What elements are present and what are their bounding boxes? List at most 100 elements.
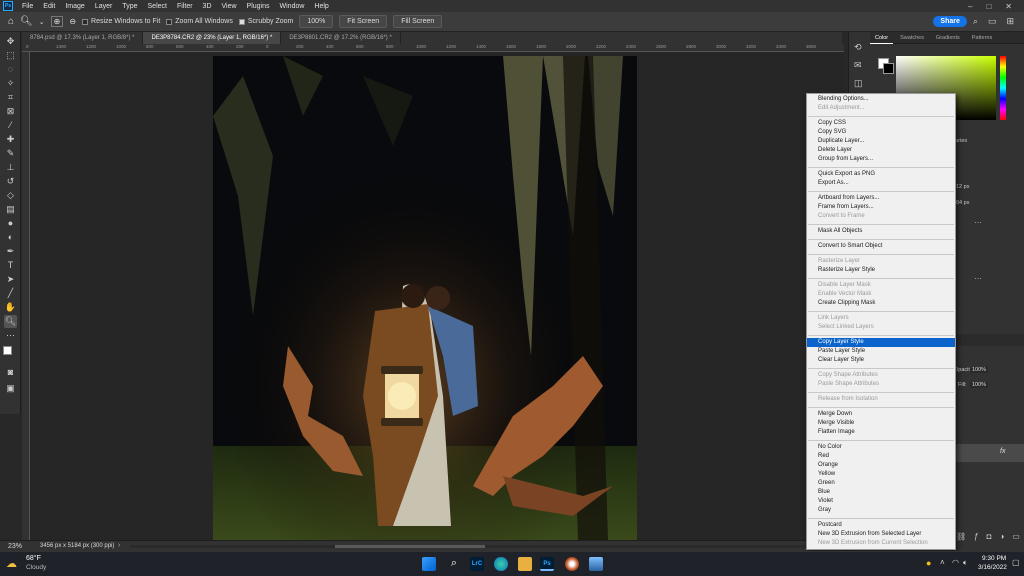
tab-swatches[interactable]: Swatches: [895, 32, 929, 44]
context-menu-item[interactable]: Duplicate Layer...: [807, 137, 955, 146]
more-tools-icon[interactable]: ⋯: [4, 329, 17, 342]
context-menu-item[interactable]: Violet: [807, 497, 955, 506]
hue-slider[interactable]: [1000, 56, 1006, 120]
scrubby-zoom-checkbox[interactable]: Scrubby Zoom: [238, 18, 293, 25]
file-explorer-icon[interactable]: [518, 557, 532, 571]
context-menu-item[interactable]: Copy Layer Style: [807, 338, 955, 347]
context-menu-item[interactable]: Red: [807, 452, 955, 461]
ellipsis-icon[interactable]: ⋯: [974, 218, 982, 227]
zoom-all-windows-checkbox[interactable]: Zoom All Windows: [166, 18, 233, 25]
healing-brush-tool-icon[interactable]: ✚: [4, 133, 17, 146]
line-tool-icon[interactable]: ╱: [4, 287, 17, 300]
menu-edit[interactable]: Edit: [38, 3, 60, 10]
context-menu-item[interactable]: Blue: [807, 488, 955, 497]
move-tool-icon[interactable]: ✥: [4, 35, 17, 48]
context-menu-item[interactable]: Delete Layer: [807, 146, 955, 155]
chevron-down-icon[interactable]: ⌄: [39, 18, 45, 26]
context-menu-item[interactable]: Artboard from Layers...: [807, 194, 955, 203]
eraser-tool-icon[interactable]: ◇: [4, 189, 17, 202]
zoom-out-icon[interactable]: ⊖: [69, 17, 76, 26]
menu-file[interactable]: File: [17, 3, 38, 10]
home-icon[interactable]: ⌂: [8, 16, 14, 27]
context-menu-item[interactable]: Green: [807, 479, 955, 488]
context-menu-item[interactable]: Flatten Image: [807, 428, 955, 437]
lightroom-classic-icon[interactable]: LrC: [470, 557, 484, 571]
context-menu-item[interactable]: Rasterize Layer Style: [807, 266, 955, 275]
height-field[interactable]: 84 px: [956, 200, 969, 206]
clock-date[interactable]: 3/16/2022: [978, 564, 1007, 571]
notification-app-icon[interactable]: ●: [926, 558, 931, 568]
link-layers-icon[interactable]: ⛓: [956, 532, 966, 541]
zoom-tool-preset-icon[interactable]: 🔍︎: [20, 16, 33, 27]
screen-mode-icon[interactable]: ▣: [4, 382, 17, 395]
new-fill-layer-icon[interactable]: ◑: [999, 532, 1004, 541]
zoom-in-icon[interactable]: ⊕: [50, 16, 64, 27]
magic-wand-tool-icon[interactable]: ✧: [4, 77, 17, 90]
search-icon[interactable]: ⌕: [447, 557, 461, 571]
windows-start-icon[interactable]: [422, 557, 436, 571]
menu-window[interactable]: Window: [275, 3, 310, 10]
zoom-level[interactable]: 23%: [8, 543, 22, 550]
status-menu-chevron-icon[interactable]: ›: [118, 542, 120, 549]
zoom-tool-icon[interactable]: 🔍︎: [4, 315, 17, 328]
pen-tool-icon[interactable]: ✒: [4, 245, 17, 258]
wifi-icon[interactable]: ◠: [952, 558, 959, 567]
tab-gradients[interactable]: Gradients: [931, 32, 965, 44]
zoom-100-button[interactable]: 100%: [299, 15, 334, 28]
workspace-icon[interactable]: ▭: [988, 16, 997, 27]
context-menu-item[interactable]: Blending Options...: [807, 95, 955, 104]
context-menu-item[interactable]: Gray: [807, 506, 955, 515]
weather-temp[interactable]: 68°F: [26, 555, 41, 562]
type-tool-icon[interactable]: T: [4, 259, 17, 272]
context-menu-item[interactable]: Convert to Smart Object: [807, 242, 955, 251]
blur-tool-icon[interactable]: ●: [4, 217, 17, 230]
share-button[interactable]: Share: [933, 16, 967, 27]
menu-help[interactable]: Help: [309, 3, 333, 10]
fill-screen-button[interactable]: Fill Screen: [393, 15, 443, 28]
menu-plugins[interactable]: Plugins: [242, 3, 275, 10]
doc-tab[interactable]: 8784.psd @ 17.3% (Layer 1, RGB/8*) *: [22, 32, 144, 44]
frame-tool-icon[interactable]: ⊠: [4, 105, 17, 118]
path-selection-tool-icon[interactable]: ➤: [4, 273, 17, 286]
fill-field[interactable]: 100%: [970, 382, 989, 388]
clock-time[interactable]: 9:30 PM: [982, 555, 1006, 562]
photos-app-icon[interactable]: [589, 557, 603, 571]
new-group-icon[interactable]: ▭: [1012, 532, 1020, 541]
context-menu-item[interactable]: Copy CSS: [807, 119, 955, 128]
comments-icon[interactable]: ✉: [854, 60, 862, 71]
clone-stamp-tool-icon[interactable]: ⊥: [4, 161, 17, 174]
layer-row[interactable]: fx: [956, 444, 1024, 462]
context-menu-item[interactable]: Mask All Objects: [807, 227, 955, 236]
context-menu-item[interactable]: Quick Export as PNG: [807, 170, 955, 179]
canvas-image[interactable]: [213, 56, 637, 540]
doc-tab-active[interactable]: DE3P8784.CR2 @ 23% (Layer 1, RGB/16*) *: [143, 32, 282, 44]
context-menu-item[interactable]: Merge Down: [807, 410, 955, 419]
context-menu-item[interactable]: Copy SVG: [807, 128, 955, 137]
resize-windows-checkbox[interactable]: Resize Windows to Fit: [82, 18, 160, 25]
doc-tab[interactable]: DE3P8801.CR2 @ 17.2% (RGB/16*) *: [281, 32, 401, 44]
context-menu-item[interactable]: New 3D Extrusion from Selected Layer: [807, 530, 955, 539]
maximize-button[interactable]: □: [986, 2, 991, 11]
width-field[interactable]: 12 px: [956, 184, 969, 190]
opacity-field[interactable]: 100%: [970, 367, 989, 373]
close-button[interactable]: ✕: [1005, 2, 1012, 11]
context-menu-item[interactable]: Postcard: [807, 521, 955, 530]
eyedropper-tool-icon[interactable]: ⁄: [4, 119, 17, 132]
tray-chevron-icon[interactable]: ˄: [940, 558, 945, 567]
panels-icon[interactable]: ⊞: [1006, 16, 1014, 27]
brush-tool-icon[interactable]: ✎: [4, 147, 17, 160]
crop-tool-icon[interactable]: ⌗: [4, 91, 17, 104]
context-menu-item[interactable]: Group from Layers...: [807, 155, 955, 164]
color-background-swatch[interactable]: [883, 63, 894, 74]
fit-screen-button[interactable]: Fit Screen: [339, 15, 388, 28]
context-menu-item[interactable]: Frame from Layers...: [807, 203, 955, 212]
add-mask-icon[interactable]: ◘: [987, 532, 992, 541]
menu-type[interactable]: Type: [117, 3, 142, 10]
menu-filter[interactable]: Filter: [172, 3, 198, 10]
scrollbar-thumb[interactable]: [335, 545, 485, 548]
photoshop-taskbar-icon[interactable]: Ps: [540, 557, 554, 571]
hand-tool-icon[interactable]: ✋: [4, 301, 17, 314]
context-menu-item[interactable]: Orange: [807, 461, 955, 470]
menu-select[interactable]: Select: [143, 3, 172, 10]
notifications-icon[interactable]: ▢: [1012, 558, 1020, 567]
